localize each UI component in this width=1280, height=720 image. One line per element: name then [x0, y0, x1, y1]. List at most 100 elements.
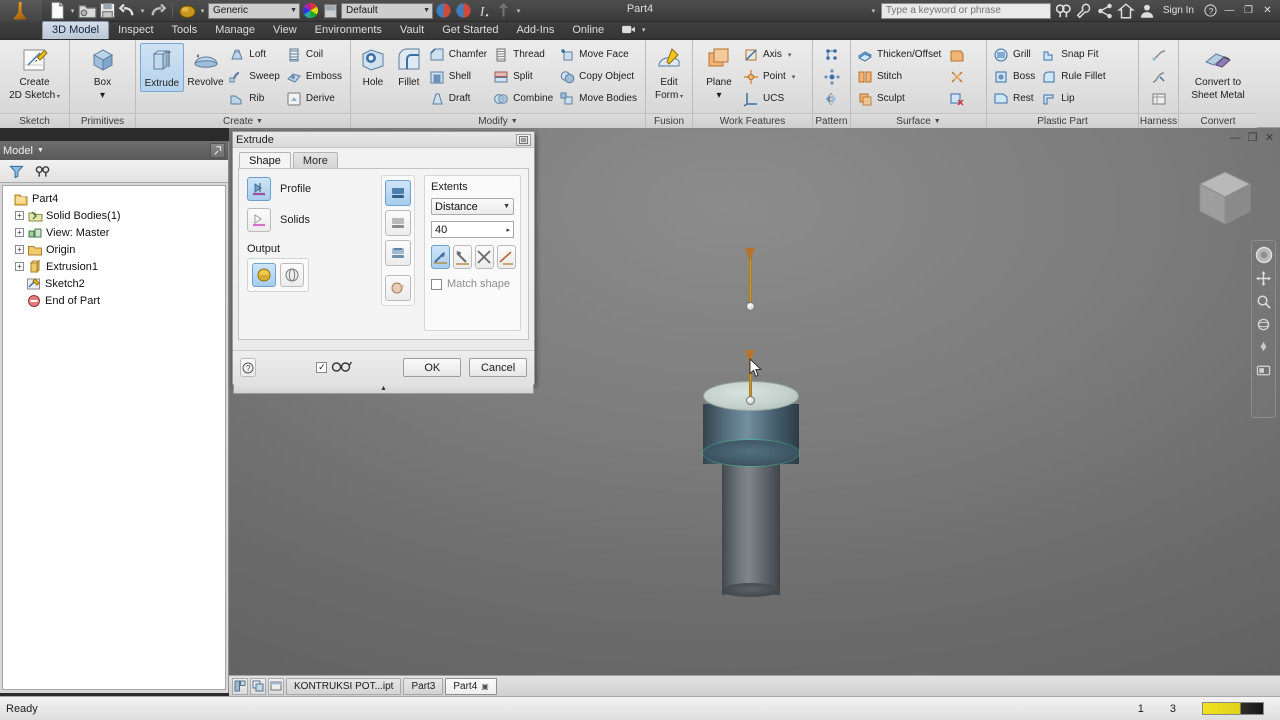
- shell-button[interactable]: Shell: [427, 66, 491, 87]
- tab-tools[interactable]: Tools: [163, 21, 207, 39]
- new-document-icon[interactable]: [48, 1, 67, 20]
- tab-add-ins[interactable]: Add-Ins: [507, 21, 563, 39]
- fillet-button[interactable]: Fillet: [391, 43, 427, 90]
- tree-node-solid-bodies[interactable]: + Solid Bodies(1): [5, 207, 225, 224]
- hole-button[interactable]: Hole: [355, 43, 391, 90]
- application-button[interactable]: [0, 0, 42, 22]
- box-primitive-button[interactable]: Box ▾: [74, 43, 131, 103]
- filter-icon[interactable]: [4, 161, 28, 181]
- display-mode-icon[interactable]: [1253, 360, 1274, 380]
- undo-arrow-icon[interactable]: [118, 1, 137, 20]
- dialog-title-bar[interactable]: Extrude: [233, 132, 534, 148]
- revolve-button[interactable]: Revolve: [184, 43, 228, 90]
- new-dropdown-icon[interactable]: ▾: [68, 1, 77, 20]
- sign-in-link[interactable]: Sign In: [1159, 5, 1198, 16]
- rule-fillet-button[interactable]: Rule Fillet: [1039, 66, 1109, 87]
- expander-icon[interactable]: +: [13, 209, 26, 222]
- extrude-button[interactable]: Extrude: [140, 43, 184, 92]
- screencast-dropdown-icon[interactable]: ▾: [639, 20, 648, 39]
- viewport-close-button[interactable]: ✕: [1263, 131, 1276, 144]
- chevron-down-icon[interactable]: ▼: [37, 147, 44, 154]
- new-solid-icon[interactable]: [385, 275, 411, 301]
- trim-surface-button[interactable]: [947, 66, 967, 87]
- adjust-appearance-icon[interactable]: [434, 1, 453, 20]
- share-icon[interactable]: [1096, 2, 1114, 20]
- minimize-button[interactable]: —: [1221, 3, 1238, 18]
- save-disk-icon[interactable]: [98, 1, 117, 20]
- solids-select-icon[interactable]: [247, 208, 271, 232]
- extrude-manipulator-arrow-upper[interactable]: [745, 248, 755, 261]
- appearance-cylinder-icon[interactable]: [321, 1, 340, 20]
- surface-output-icon[interactable]: [280, 263, 304, 287]
- rectangular-pattern-button[interactable]: [824, 44, 840, 65]
- tab-inspect[interactable]: Inspect: [109, 21, 162, 39]
- qat-more-icon[interactable]: ▾: [514, 1, 523, 20]
- expander-icon[interactable]: +: [13, 260, 26, 273]
- harness-table-button[interactable]: [1151, 88, 1167, 109]
- distance-input[interactable]: 40 ▸: [431, 221, 514, 238]
- ok-button[interactable]: OK: [403, 358, 462, 377]
- work-plane-button[interactable]: Plane ▾: [697, 43, 741, 103]
- tab-manage[interactable]: Manage: [206, 21, 264, 39]
- color-wheel-icon[interactable]: [301, 1, 320, 20]
- search-dropdown-icon[interactable]: ▾: [869, 1, 878, 20]
- tree-node-part4[interactable]: Part4: [5, 190, 225, 207]
- chamfer-button[interactable]: Chamfer: [427, 44, 491, 65]
- sweep-button[interactable]: Sweep: [227, 66, 284, 87]
- expander-icon[interactable]: +: [13, 226, 26, 239]
- home-icon[interactable]: [1117, 2, 1135, 20]
- distance-unit-dropdown-icon[interactable]: ▸: [506, 226, 510, 234]
- tools-icon[interactable]: [1075, 2, 1093, 20]
- model-tree[interactable]: Part4 + Solid Bodies(1) + View: Master +: [2, 185, 226, 690]
- rib-button[interactable]: Rib: [227, 88, 284, 109]
- switch-window-icon[interactable]: [268, 677, 284, 695]
- loft-button[interactable]: Loft: [227, 44, 284, 65]
- dialog-resize-grip[interactable]: ▲: [233, 384, 534, 394]
- model-shaft[interactable]: [722, 455, 780, 595]
- material-combo[interactable]: Generic ▼: [208, 2, 300, 19]
- coil-button[interactable]: Coil: [284, 44, 346, 65]
- circular-pattern-button[interactable]: [823, 66, 840, 87]
- help-button[interactable]: ?: [1202, 3, 1219, 18]
- dialog-tab-more[interactable]: More: [292, 152, 338, 168]
- close-button[interactable]: ✕: [1259, 3, 1276, 18]
- profile-selector-row[interactable]: Profile: [247, 177, 372, 201]
- full-navigation-wheel-icon[interactable]: [1253, 245, 1274, 265]
- rest-button[interactable]: Rest: [991, 88, 1039, 109]
- copy-object-button[interactable]: Copy Object: [557, 66, 641, 87]
- edit-form-button[interactable]: Edit Form ▾: [650, 43, 688, 105]
- clear-appearance-icon[interactable]: [454, 1, 473, 20]
- panel-title-surface[interactable]: Surface ▼: [851, 113, 986, 128]
- tab-online[interactable]: Online: [563, 21, 613, 39]
- cancel-button[interactable]: Cancel: [469, 358, 527, 377]
- delete-face-button[interactable]: [947, 88, 967, 109]
- grill-button[interactable]: Grill: [991, 44, 1039, 65]
- doc-tab-part3[interactable]: Part3: [403, 677, 444, 695]
- tab-3d-model[interactable]: 3D Model: [42, 21, 110, 39]
- profile-select-icon[interactable]: [247, 177, 271, 201]
- ucs-button[interactable]: UCS: [741, 88, 799, 109]
- thicken-offset-button[interactable]: Thicken/Offset: [855, 44, 945, 65]
- create-2d-sketch-button[interactable]: Create 2D Sketch ▾: [4, 43, 65, 105]
- draft-button[interactable]: Draft: [427, 88, 491, 109]
- tree-node-extrusion1[interactable]: + Extrusion1: [5, 258, 225, 275]
- edit-harness-button[interactable]: [1151, 66, 1167, 87]
- cut-icon[interactable]: [385, 210, 411, 236]
- snap-fit-button[interactable]: Snap Fit: [1039, 44, 1109, 65]
- restore-button[interactable]: ❐: [1240, 3, 1257, 18]
- doc-tab-part4[interactable]: Part4 ▣: [445, 677, 497, 695]
- asymmetric-icon[interactable]: [497, 245, 516, 269]
- tree-node-end-of-part[interactable]: End of Part: [5, 292, 225, 309]
- stitch-button[interactable]: Stitch: [855, 66, 945, 87]
- convert-sheet-metal-button[interactable]: Convert to Sheet Metal: [1183, 43, 1253, 103]
- material-sphere-icon[interactable]: [178, 1, 197, 20]
- close-icon[interactable]: ▣: [481, 682, 489, 691]
- solids-selector-row[interactable]: Solids: [247, 208, 372, 232]
- account-icon[interactable]: [1138, 2, 1156, 20]
- update-icon[interactable]: [494, 1, 513, 20]
- search-input[interactable]: [880, 2, 1051, 19]
- direction-2-icon[interactable]: [453, 245, 472, 269]
- view-cube[interactable]: [1188, 164, 1262, 238]
- split-button[interactable]: Split: [491, 66, 557, 87]
- cascade-icon[interactable]: [250, 677, 266, 695]
